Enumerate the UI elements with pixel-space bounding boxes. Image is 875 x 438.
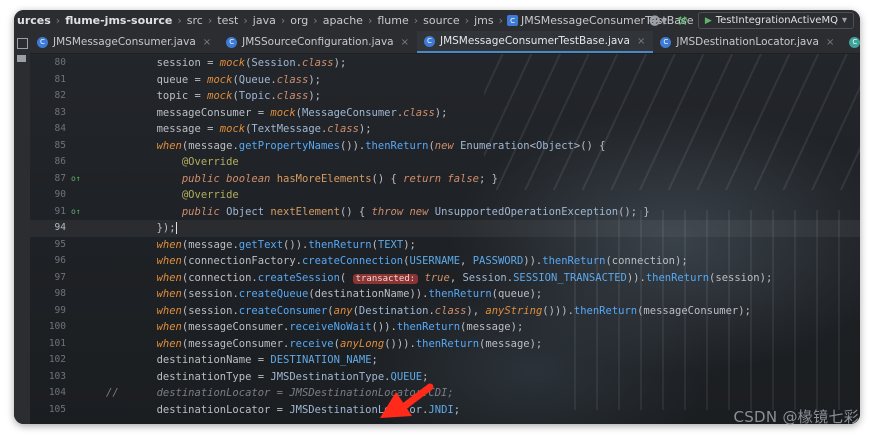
annotation-arrow (380, 383, 434, 418)
watermark: CSDN @椽镜七彩 (733, 408, 859, 426)
ide-window: urces › flume-jms-source › src › test › java › org… (14, 10, 860, 424)
